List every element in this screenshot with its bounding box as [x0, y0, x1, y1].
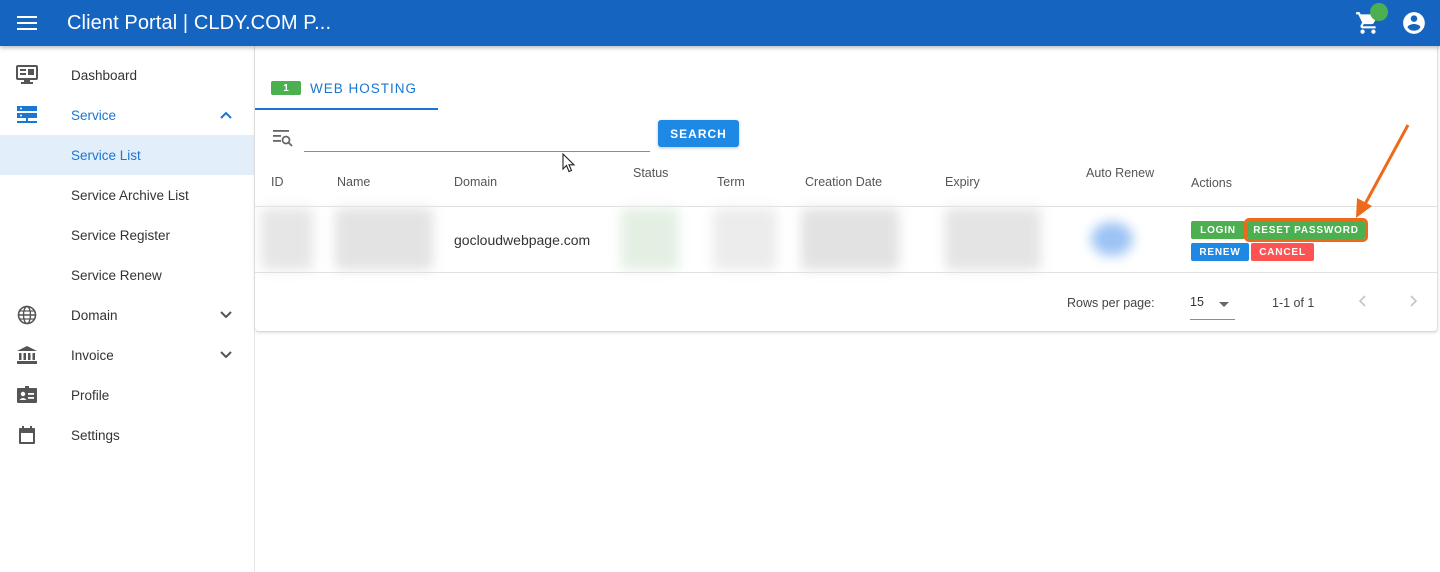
login-button[interactable]: LOGIN: [1191, 221, 1245, 239]
search-input[interactable]: [304, 124, 650, 152]
service-list-card: 1 WEB HOSTING SEARCH ID Name Domain Stat…: [255, 46, 1438, 332]
column-header-domain[interactable]: Domain: [454, 175, 497, 189]
column-header-expiry[interactable]: Expiry: [945, 175, 980, 189]
column-header-auto-renew[interactable]: Auto Renew: [1086, 166, 1154, 180]
sidebar-item-label: Domain: [71, 307, 118, 323]
table-divider: [255, 206, 1438, 207]
cart-status-dot: [1370, 3, 1388, 21]
column-header-id[interactable]: ID: [271, 175, 284, 189]
sidebar-item-dashboard[interactable]: Dashboard: [0, 55, 254, 95]
rows-per-page-label: Rows per page:: [1067, 296, 1155, 310]
redacted-name-cell: [335, 208, 433, 270]
hamburger-menu-icon[interactable]: [0, 0, 54, 46]
renew-button[interactable]: RENEW: [1191, 243, 1249, 261]
id-card-icon: [16, 384, 38, 406]
rows-per-page-value: 15: [1190, 295, 1204, 309]
sidebar: Dashboard Service Service List Service A…: [0, 46, 255, 572]
rows-per-page-select[interactable]: 15: [1190, 293, 1235, 320]
search-button[interactable]: SEARCH: [658, 120, 739, 147]
redacted-id-cell: [261, 208, 313, 270]
pagination-range: 1-1 of 1: [1272, 296, 1315, 310]
tab-web-hosting[interactable]: 1 WEB HOSTING: [255, 68, 438, 110]
server-icon: [16, 104, 38, 126]
chevron-down-icon: [218, 347, 234, 363]
column-header-status[interactable]: Status: [633, 166, 668, 180]
sidebar-item-label: Settings: [71, 427, 120, 443]
monitor-icon: [16, 64, 38, 86]
chevron-up-icon: [218, 107, 234, 123]
domain-cell: gocloudwebpage.com: [454, 232, 591, 248]
sidebar-item-label: Invoice: [71, 347, 114, 363]
sidebar-item-service-list[interactable]: Service List: [0, 135, 254, 175]
bank-icon: [16, 344, 38, 366]
cancel-button[interactable]: CANCEL: [1251, 243, 1314, 261]
sidebar-item-label: Service Register: [71, 227, 171, 243]
column-header-creation-date[interactable]: Creation Date: [805, 175, 882, 189]
sidebar-item-label: Service Renew: [71, 267, 162, 283]
app-title: Client Portal | CLDY.COM P...: [67, 11, 332, 34]
column-header-actions: Actions: [1191, 176, 1232, 190]
sidebar-item-label: Dashboard: [71, 67, 138, 83]
globe-icon: [16, 304, 38, 326]
redacted-expiry-cell: [945, 208, 1041, 270]
sidebar-item-profile[interactable]: Profile: [0, 375, 254, 415]
sidebar-item-label: Profile: [71, 387, 110, 403]
main-content: 1 WEB HOSTING SEARCH ID Name Domain Stat…: [255, 46, 1440, 572]
tab-label: WEB HOSTING: [310, 80, 418, 96]
sidebar-item-label: Service: [71, 107, 117, 123]
sidebar-item-label: Service List: [71, 147, 141, 163]
column-header-term[interactable]: Term: [717, 175, 745, 189]
sidebar-item-domain[interactable]: Domain: [0, 295, 254, 335]
reset-password-button[interactable]: RESET PASSWORD: [1244, 218, 1368, 242]
redacted-term-cell: [713, 208, 777, 270]
chevron-right-icon[interactable]: [1405, 293, 1421, 309]
app-bar: Client Portal | CLDY.COM P...: [0, 0, 1440, 46]
filter-search-icon: [272, 126, 294, 148]
sidebar-item-settings[interactable]: Settings: [0, 415, 254, 455]
redacted-creation-date-cell: [801, 208, 899, 270]
sidebar-item-invoice[interactable]: Invoice: [0, 335, 254, 375]
sidebar-item-service-register[interactable]: Service Register: [0, 215, 254, 255]
caret-down-icon: [1219, 302, 1229, 307]
redacted-auto-renew-cell: [1091, 222, 1133, 256]
sidebar-item-label: Service Archive List: [71, 187, 189, 203]
chevron-left-icon[interactable]: [1355, 293, 1371, 309]
account-circle-icon[interactable]: [1400, 9, 1428, 37]
sidebar-item-service-archive-list[interactable]: Service Archive List: [0, 175, 254, 215]
chevron-down-icon: [218, 307, 234, 323]
calendar-icon: [16, 424, 38, 446]
sidebar-item-service-renew[interactable]: Service Renew: [0, 255, 254, 295]
tab-count-badge: 1: [271, 81, 301, 95]
sidebar-item-service[interactable]: Service: [0, 95, 254, 135]
cart-icon[interactable]: [1354, 3, 1388, 37]
redacted-status-cell: [621, 208, 679, 270]
table-divider: [255, 272, 1438, 273]
column-header-name[interactable]: Name: [337, 175, 370, 189]
